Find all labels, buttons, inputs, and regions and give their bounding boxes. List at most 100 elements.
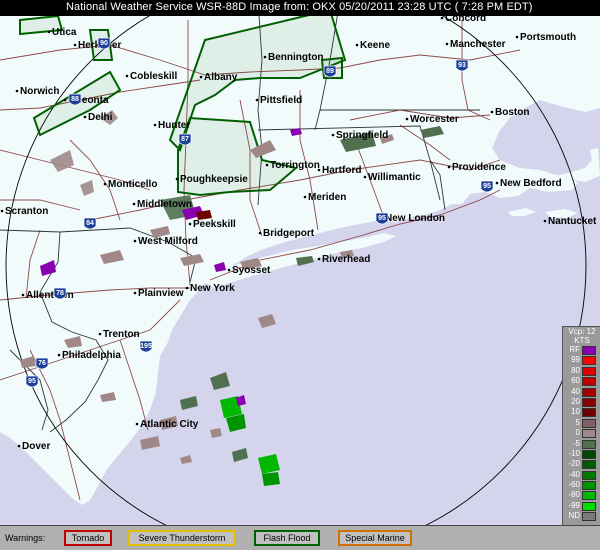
warning-flash-flood: Flash Flood bbox=[254, 530, 320, 546]
city-dot bbox=[490, 110, 494, 114]
legend-value: 0 bbox=[575, 428, 580, 438]
city-dot bbox=[185, 286, 189, 290]
legend-swatch bbox=[582, 408, 596, 418]
city-label: Riverhead bbox=[322, 254, 370, 265]
city-dot bbox=[405, 117, 409, 121]
city-label: Willimantic bbox=[368, 172, 421, 183]
legend-row: -20 bbox=[563, 459, 600, 470]
legend-value: 80 bbox=[571, 365, 580, 375]
interstate-number: 95 bbox=[28, 378, 36, 385]
warning-flash-flood-label: Flash Flood bbox=[263, 533, 311, 543]
legend-swatch bbox=[582, 501, 596, 511]
legend-row: 20 bbox=[563, 397, 600, 407]
legend-swatch bbox=[582, 366, 596, 376]
legend-value: 5 bbox=[575, 417, 580, 427]
legend-swatch bbox=[582, 449, 596, 459]
city-dot bbox=[98, 332, 102, 336]
radar-title: National Weather Service WSR-88D Image f… bbox=[66, 1, 533, 13]
city-dot bbox=[15, 89, 19, 93]
legend-value: -40 bbox=[568, 469, 580, 479]
city-label: New York bbox=[190, 283, 235, 294]
city-label: West Milford bbox=[138, 236, 198, 247]
interstate-shield-icon: 84 bbox=[83, 217, 97, 230]
city-dot bbox=[57, 353, 61, 357]
interstate-number: 195 bbox=[140, 343, 152, 350]
interstate-number: 88 bbox=[71, 96, 79, 103]
city-dot bbox=[543, 219, 547, 223]
legend-row: 40 bbox=[563, 387, 600, 397]
city-dot bbox=[135, 422, 139, 426]
legend-swatch bbox=[582, 377, 596, 387]
radar-map: UticaHerkimerConcordPortsmouthManchester… bbox=[0, 0, 600, 525]
city-label: Utica bbox=[52, 27, 77, 38]
city-label: Middletown bbox=[137, 199, 192, 210]
legend-swatch bbox=[582, 356, 596, 366]
interstate-number: 95 bbox=[378, 215, 386, 222]
warning-severe-thunderstorm-label: Severe Thunderstorm bbox=[138, 533, 226, 543]
city-label: Plainview bbox=[138, 288, 184, 299]
city-label: Torrington bbox=[270, 160, 320, 171]
legend-row: -99 bbox=[563, 501, 600, 511]
interstate-number: 89 bbox=[326, 68, 334, 75]
city-label: Springfield bbox=[336, 130, 388, 141]
legend-row: 0 bbox=[563, 428, 600, 439]
city-dot bbox=[515, 35, 519, 39]
city-label: Philadelphia bbox=[62, 350, 121, 361]
city-dot bbox=[227, 268, 231, 272]
city-dot bbox=[445, 42, 449, 46]
city-dot bbox=[331, 133, 335, 137]
warning-special-marine: Special Marine bbox=[338, 530, 412, 546]
city-label: Poughkeepsie bbox=[180, 174, 248, 185]
city-dot bbox=[317, 257, 321, 261]
warning-tornado-label: Tornado bbox=[71, 533, 105, 543]
legend-items: RF 99 80 60 40 20 10 5 0 -5 -10 -20 -40 -60 -80 -99 ND bbox=[563, 345, 600, 522]
city-dot bbox=[17, 444, 21, 448]
legend-value: -80 bbox=[568, 490, 580, 500]
city-label: Syosset bbox=[232, 265, 271, 276]
city-dot bbox=[255, 98, 259, 102]
legend-value: 99 bbox=[571, 355, 580, 365]
city-label: Cobleskill bbox=[130, 71, 177, 82]
interstate-shield-icon: 90 bbox=[97, 37, 111, 50]
legend-row: -10 bbox=[563, 449, 600, 459]
legend-swatch bbox=[582, 481, 596, 491]
warnings-bar: Warnings: Tornado Severe Thunderstorm Fl… bbox=[0, 525, 600, 550]
city-dot bbox=[47, 30, 51, 34]
legend-swatch bbox=[582, 429, 596, 439]
legend-swatch bbox=[582, 470, 596, 480]
interstate-number: 87 bbox=[181, 136, 189, 143]
interstate-number: 95 bbox=[483, 183, 491, 190]
city-dot bbox=[133, 291, 137, 295]
city-label: Portsmouth bbox=[520, 32, 576, 43]
city-dot bbox=[495, 181, 499, 185]
warning-severe-thunderstorm: Severe Thunderstorm bbox=[128, 530, 236, 546]
interstate-number: 84 bbox=[86, 220, 94, 227]
warning-tornado: Tornado bbox=[64, 530, 112, 546]
city-dot bbox=[355, 43, 359, 47]
city-dot bbox=[73, 43, 77, 47]
legend-value: 60 bbox=[571, 376, 580, 386]
city-label: Manchester bbox=[450, 39, 506, 50]
city-label: Dover bbox=[22, 441, 50, 452]
city-dot bbox=[63, 98, 67, 102]
city-dot bbox=[258, 231, 262, 235]
legend-mode: Vcp: 12 bbox=[568, 327, 596, 336]
legend-value: -99 bbox=[568, 500, 580, 510]
city-dot bbox=[21, 293, 25, 297]
city-label: Keene bbox=[360, 40, 390, 51]
interstate-shield-icon: 76 bbox=[35, 357, 49, 370]
legend-value: -20 bbox=[568, 459, 580, 469]
city-label: Hartford bbox=[322, 165, 361, 176]
city-label: Scranton bbox=[5, 206, 48, 217]
interstate-shield-icon: 95 bbox=[375, 212, 389, 225]
velocity-legend: Vcp: 12 KTS RF 99 80 60 40 20 10 5 0 -5 -10 -20 -40-… bbox=[562, 326, 600, 547]
city-label: Boston bbox=[495, 107, 529, 118]
legend-row: 5 bbox=[563, 418, 600, 428]
city-label: Worcester bbox=[410, 114, 459, 125]
city-dot bbox=[199, 75, 203, 79]
interstate-number: 78 bbox=[56, 290, 64, 297]
legend-value: 20 bbox=[571, 396, 580, 406]
legend-row: 10 bbox=[563, 407, 600, 418]
legend-row: RF bbox=[563, 345, 600, 355]
legend-row: -80 bbox=[563, 490, 600, 501]
